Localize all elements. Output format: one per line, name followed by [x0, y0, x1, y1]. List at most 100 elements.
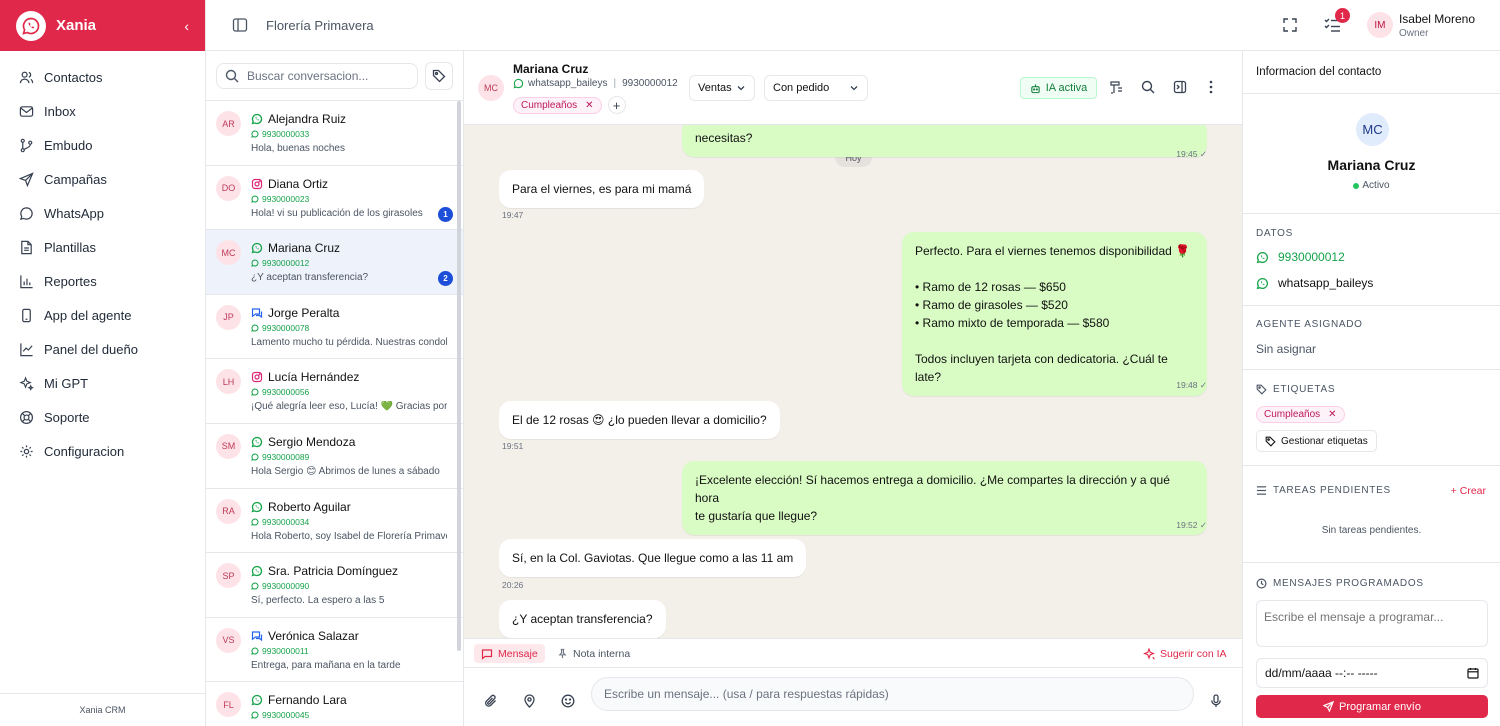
conversation-item[interactable]: DO Diana Ortiz 9930000023 Hola! vi su publi… — [206, 166, 463, 231]
sidebar-item-inbox[interactable]: Inbox — [0, 94, 205, 128]
remove-tag-icon[interactable]: ✕ — [1328, 409, 1336, 420]
conversation-preview: ¡Qué alegría leer eso, Lucía! 💚 Gracias … — [251, 401, 447, 413]
message-text: Para el viernes, es para mi mamá — [512, 182, 692, 196]
brand-header: Xania ‹ — [0, 0, 205, 51]
whatsapp-icon — [251, 388, 262, 397]
message-time: 19:45 ✓ — [1176, 149, 1207, 159]
composer-tabs: Mensaje Nota interna Sugerir con IA — [464, 638, 1242, 668]
ia-label: IA activa — [1045, 82, 1088, 94]
unread-badge: 1 — [438, 206, 453, 222]
contact-phone[interactable]: 9930000012 — [1278, 250, 1345, 264]
user-menu[interactable]: Isabel Moreno Owner — [1399, 12, 1475, 39]
sparkle-icon — [19, 375, 44, 391]
emoji-icon[interactable] — [561, 694, 575, 708]
topbar: Florería Primavera 1 IM Isabel Moreno Ow… — [206, 0, 1500, 51]
add-tag-button[interactable]: + — [607, 96, 626, 114]
assigned-agent[interactable]: Sin asignar — [1256, 342, 1316, 356]
sidebar-item-label: Contactos — [44, 69, 103, 85]
divider — [1243, 562, 1500, 563]
contact-tag-label: Cumpleaños — [1264, 409, 1321, 420]
calendar-icon[interactable] — [1467, 667, 1479, 679]
sidebar-toggle-icon[interactable] — [232, 17, 248, 33]
sidebar-item-contactos[interactable]: Contactos — [0, 60, 205, 94]
manage-tags-button[interactable]: Gestionar etiquetas — [1256, 430, 1377, 452]
collapse-sidebar-icon[interactable]: ‹ — [184, 18, 189, 34]
message-line: te gustaría que llegue? — [695, 509, 818, 523]
tasks-count-badge: 1 — [1334, 8, 1350, 23]
conversation-scrollbar[interactable] — [457, 101, 461, 651]
contact-account: whatsapp_baileys — [1278, 276, 1374, 290]
conversation-avatar: SM — [216, 433, 241, 459]
schedule-send-button[interactable]: Programar envío — [1256, 695, 1488, 718]
sidebar-item-embudo[interactable]: Embudo — [0, 128, 205, 162]
sidebar-item-whatsapp[interactable]: WhatsApp — [0, 196, 205, 230]
conversation-title: Verónica Salazar — [251, 618, 463, 643]
conversation-phone: 9930000011 — [262, 645, 309, 656]
sidebar-item-configuracion[interactable]: Configuracion — [0, 434, 205, 468]
pipeline-select[interactable]: Ventas — [689, 75, 755, 101]
conversation-preview: Sí, perfecto. La espero a las 5 — [251, 595, 385, 607]
conversation-name: Sra. Patricia Domínguez — [268, 564, 399, 579]
templates-icon[interactable] — [1109, 80, 1124, 95]
whatsapp-icon — [251, 501, 268, 513]
location-icon[interactable] — [523, 694, 536, 708]
conversation-item[interactable]: LH Lucía Hernández 9930000056 ¡Qué alegría … — [206, 359, 463, 424]
message-time: 20:26 — [502, 580, 524, 590]
chat-contact-avatar: MC — [478, 75, 504, 101]
stage-select[interactable]: Con pedido — [764, 75, 868, 101]
message-line — [915, 260, 1194, 278]
create-task-label: Crear — [1459, 485, 1486, 497]
conversation-item[interactable]: MC Mariana Cruz 9930000012 ¿Y aceptan trans… — [206, 230, 463, 295]
scheduled-message-input[interactable] — [1256, 600, 1488, 647]
microphone-icon[interactable] — [1210, 694, 1222, 708]
remove-tag-icon[interactable]: ✕ — [585, 100, 593, 111]
conversation-avatar: DO — [216, 175, 241, 201]
create-task-button[interactable]: + Crear — [1451, 485, 1486, 497]
tasks-button[interactable]: 1 — [1324, 8, 1350, 33]
whatsapp-icon — [1256, 251, 1278, 264]
sidebar-item-plantillas[interactable]: Plantillas — [0, 230, 205, 264]
tag-chip[interactable]: Cumpleaños ✕ — [513, 96, 602, 114]
search-icon[interactable] — [1141, 80, 1155, 94]
contact-tag-chip[interactable]: Cumpleaños ✕ — [1256, 406, 1345, 423]
user-avatar[interactable]: IM — [1366, 12, 1393, 38]
ia-toggle[interactable]: IA activa — [1020, 77, 1097, 99]
conversation-item[interactable]: JP Jorge Peralta 9930000078 Lamento mucho t… — [206, 295, 463, 360]
tab-message[interactable]: Mensaje — [474, 644, 545, 663]
chevron-down-icon — [736, 83, 746, 93]
search-input[interactable] — [247, 68, 407, 83]
schedule-datetime-input[interactable]: dd/mm/aaaa --:-- ----- — [1256, 658, 1488, 688]
conversation-item[interactable]: AR Alejandra Ruiz 9930000033 Hola, buenas n… — [206, 101, 463, 166]
sidebar-item-soporte[interactable]: Soporte — [0, 400, 205, 434]
sidebar-item-app-del-agente[interactable]: App del agente — [0, 298, 205, 332]
conversation-phone-row: 9930000012 — [251, 258, 463, 268]
tag-filter-button[interactable] — [425, 61, 453, 90]
sidebar-item-label: Reportes — [44, 273, 97, 289]
fullscreen-icon[interactable] — [1282, 17, 1298, 33]
more-options-icon[interactable] — [1209, 80, 1213, 94]
sidebar-item-reportes[interactable]: Reportes — [0, 264, 205, 298]
whatsapp-icon — [251, 711, 262, 720]
attach-icon[interactable] — [484, 694, 498, 708]
conversation-list: AR Alejandra Ruiz 9930000033 Hola, buenas n… — [206, 51, 464, 726]
message-line: ¡Excelente elección! Sí hacemos entrega … — [695, 473, 1170, 505]
message-time: 19:48 ✓ — [1176, 380, 1207, 390]
contact-status-label: Activo — [1362, 180, 1390, 191]
tab-internal-note[interactable]: Nota interna — [550, 644, 637, 663]
sidebar-item-campañas[interactable]: Campañas — [0, 162, 205, 196]
conversation-item[interactable]: FL Fernando Lara 9930000045 — [206, 682, 463, 726]
whatsapp-icon — [251, 647, 262, 655]
conversation-phone: 9930000056 — [262, 387, 310, 398]
sidebar-item-mi-gpt[interactable]: Mi GPT — [0, 366, 205, 400]
conversation-item[interactable]: RA Roberto Aguilar 9930000034 Hola Roberto,… — [206, 489, 463, 554]
conversation-item[interactable]: SP Sra. Patricia Domínguez 9930000090 Sí, p… — [206, 553, 463, 618]
conversation-preview: ¿Y aceptan transferencia? — [251, 272, 369, 284]
conversation-item[interactable]: SM Sergio Mendoza 9930000089 Hola Sergio 😊 … — [206, 424, 463, 489]
incoming-message: Para el viernes, es para mi mamá — [499, 170, 705, 208]
message-line: • Ramo de 12 rosas — $650 — [915, 280, 1066, 294]
toggle-panel-icon[interactable] — [1173, 80, 1187, 94]
suggest-ai-button[interactable]: Sugerir con IA — [1136, 644, 1234, 663]
conversation-item[interactable]: VS Verónica Salazar 9930000011 Entrega, par… — [206, 618, 463, 683]
sidebar-item-panel-del-dueño[interactable]: Panel del dueño — [0, 332, 205, 366]
message-input[interactable] — [604, 687, 1164, 701]
